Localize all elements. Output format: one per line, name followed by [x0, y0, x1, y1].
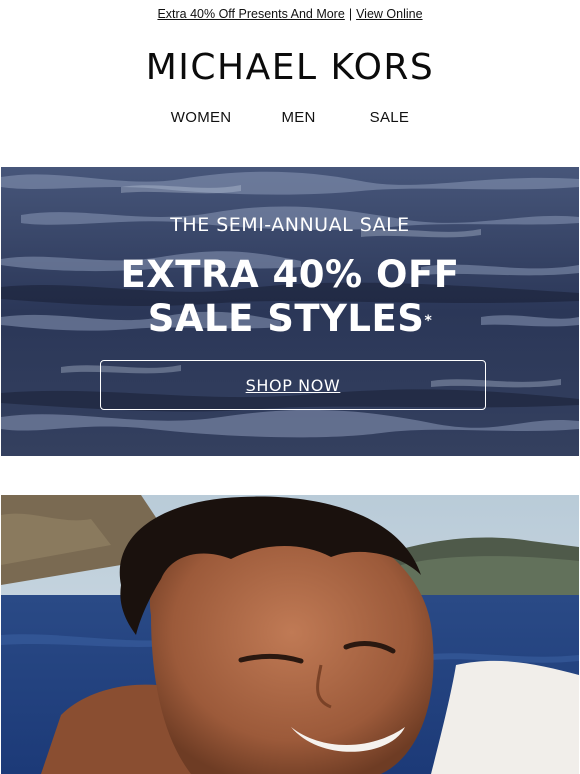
hero-headline: EXTRA 40% OFF SALE STYLES*	[1, 253, 579, 341]
main-nav: WOMEN MEN SALE	[0, 109, 580, 126]
brand-logo[interactable]: MICHAEL KORS	[0, 47, 580, 88]
nav-item-men[interactable]: MEN	[281, 109, 315, 126]
hero-headline-line2: SALE STYLES*	[1, 297, 579, 341]
shop-now-button[interactable]: SHOP NOW	[100, 360, 486, 410]
hero-banner[interactable]: THE SEMI-ANNUAL SALE EXTRA 40% OFF SALE …	[1, 167, 579, 456]
model-photo-image	[1, 495, 579, 774]
hero-headline-line1: EXTRA 40% OFF	[120, 253, 460, 296]
nav-item-women[interactable]: WOMEN	[171, 109, 232, 126]
preheader-separator: |	[348, 7, 353, 21]
hero-asterisk: *	[424, 313, 433, 329]
hero-kicker: THE SEMI-ANNUAL SALE	[170, 214, 410, 236]
model-photo[interactable]	[1, 495, 579, 774]
preheader: Extra 40% Off Presents And More | View Onl…	[0, 7, 580, 21]
view-online-link[interactable]: View Online	[356, 7, 422, 21]
nav-item-sale[interactable]: SALE	[370, 109, 410, 126]
promo-link[interactable]: Extra 40% Off Presents And More	[157, 7, 344, 21]
hero-headline-line2-text: SALE STYLES	[147, 297, 425, 340]
